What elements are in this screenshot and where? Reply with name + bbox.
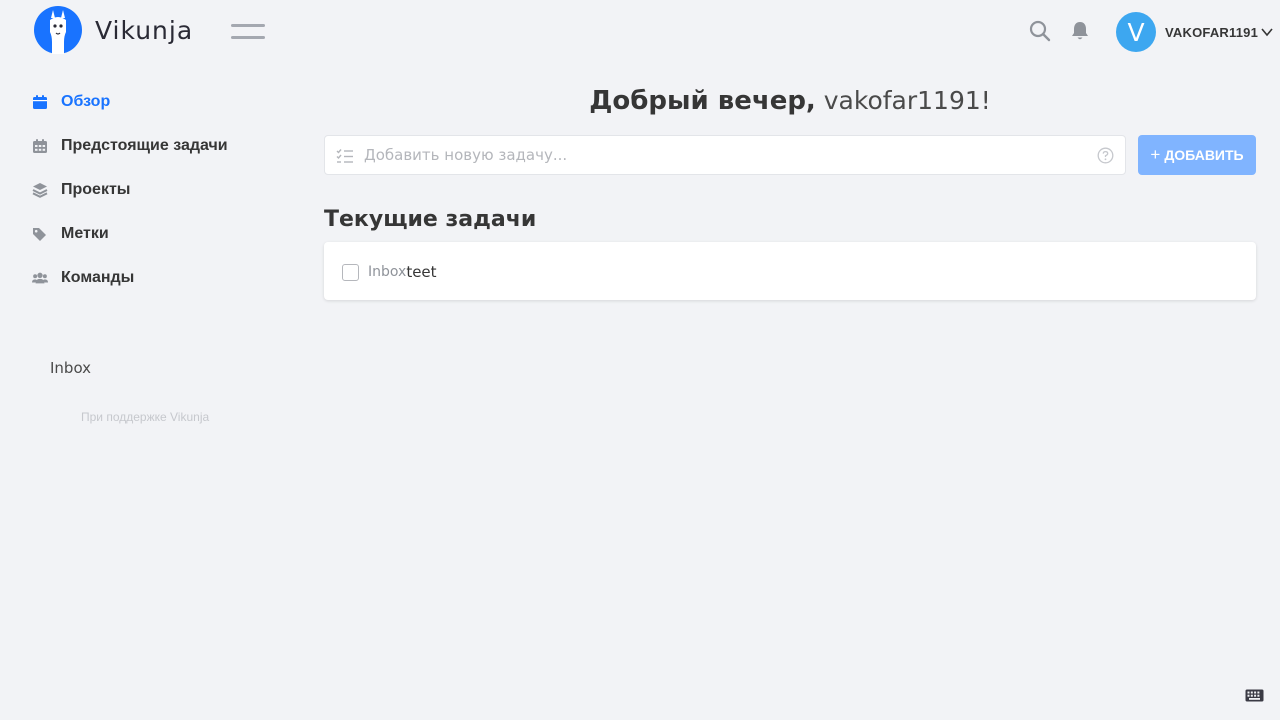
calendar-icon xyxy=(32,94,48,110)
task-checkbox[interactable] xyxy=(342,263,359,281)
layers-icon xyxy=(32,182,48,198)
task-title[interactable]: teet xyxy=(406,263,436,281)
task-row[interactable]: Inbox teet xyxy=(342,263,437,281)
page-title: Добрый вечер, vakofar1191! xyxy=(324,86,1256,116)
greeting-text: Добрый вечер, xyxy=(589,86,816,116)
sidebar-item-label: Метки xyxy=(61,225,109,242)
chevron-down-icon xyxy=(1261,28,1273,37)
sidebar-item-label: Предстоящие задачи xyxy=(61,137,228,154)
sidebar-project-inbox[interactable]: Inbox xyxy=(50,359,91,377)
username: VAKOFAR1191 xyxy=(1165,24,1258,40)
sidebar-item-label: Проекты xyxy=(61,181,131,198)
logo[interactable]: Vikunja xyxy=(34,6,193,54)
add-task-input[interactable] xyxy=(364,136,1084,174)
users-icon xyxy=(32,270,48,286)
plus-icon: + xyxy=(1150,145,1161,164)
sidebar-item-labels[interactable]: Метки xyxy=(32,222,109,246)
hamburger-line xyxy=(231,24,265,27)
avatar: V xyxy=(1116,12,1156,52)
tags-icon xyxy=(32,226,48,242)
task-list-icon xyxy=(336,149,353,163)
sidebar-item-upcoming[interactable]: Предстоящие задачи xyxy=(32,134,228,158)
hamburger-line xyxy=(231,36,265,39)
brand-name: Vikunja xyxy=(95,15,194,45)
sidebar-item-label: Обзор xyxy=(61,93,111,110)
menu-toggle-button[interactable] xyxy=(231,24,265,40)
calendar-grid-icon xyxy=(32,138,48,154)
powered-by-link[interactable]: При поддержке Vikunja xyxy=(81,410,209,424)
sidebar-item-teams[interactable]: Команды xyxy=(32,266,134,290)
greeting-username: vakofar1191! xyxy=(815,86,991,115)
top-bar: Vikunja V VAKOFAR1191 xyxy=(0,0,1280,62)
help-icon[interactable] xyxy=(1097,147,1114,164)
keyboard-shortcuts-icon[interactable] xyxy=(1245,689,1264,702)
sidebar-item-label: Команды xyxy=(61,269,135,286)
sidebar-item-projects[interactable]: Проекты xyxy=(32,178,130,202)
task-project-label[interactable]: Inbox xyxy=(368,264,406,280)
add-task-field xyxy=(324,135,1126,175)
llama-logo-icon xyxy=(34,6,82,54)
add-task-button[interactable]: + ДОБАВИТЬ xyxy=(1138,135,1256,175)
task-list: Inbox teet xyxy=(324,242,1256,300)
add-task-button-label: ДОБАВИТЬ xyxy=(1164,147,1244,163)
current-tasks-title: Текущие задачи xyxy=(324,207,537,232)
bell-icon[interactable] xyxy=(1069,20,1091,42)
user-menu[interactable]: V VAKOFAR1191 xyxy=(1116,12,1274,52)
sidebar-item-overview[interactable]: Обзор xyxy=(32,90,110,114)
search-icon[interactable] xyxy=(1029,20,1051,42)
